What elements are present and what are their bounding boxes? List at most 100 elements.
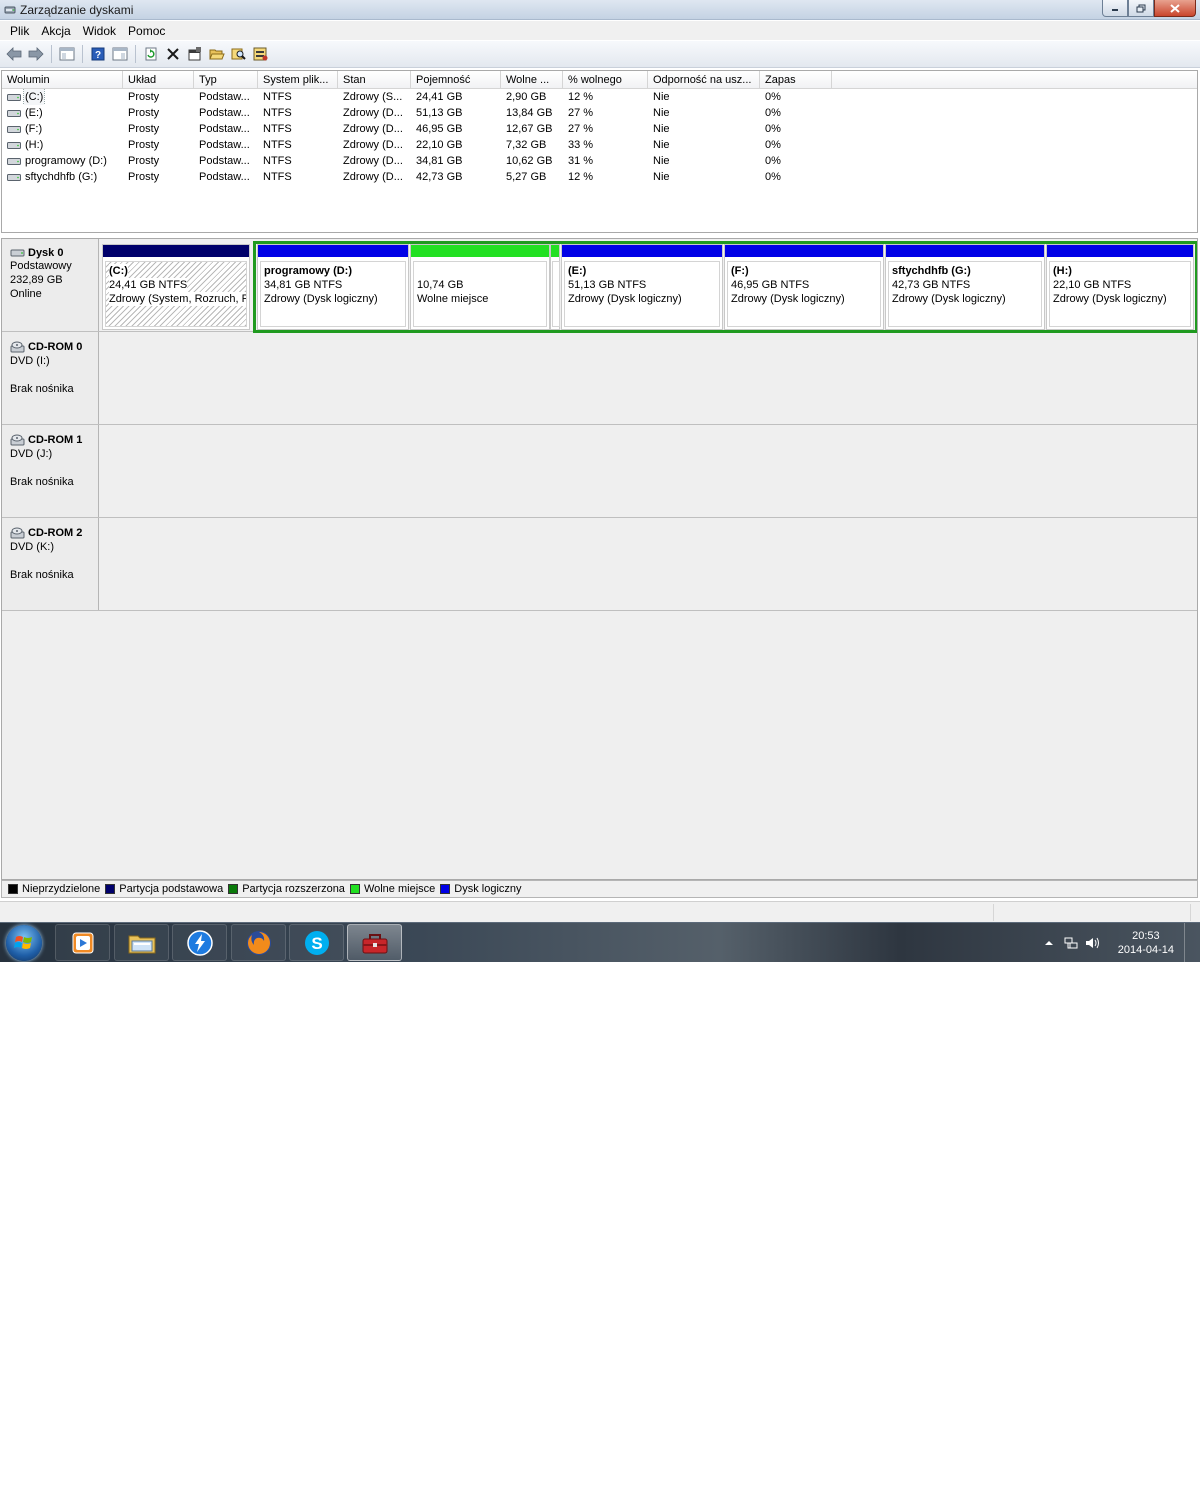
toolbox-icon xyxy=(362,933,387,953)
show-desktop-button[interactable] xyxy=(1184,923,1196,962)
volume-name: (F:) xyxy=(25,123,43,135)
close-button[interactable] xyxy=(1154,0,1196,17)
disk-label-cd-rom-2[interactable]: CD-ROM 2 DVD (K:) Brak nośnika xyxy=(2,518,99,610)
menu-plik[interactable]: Plik xyxy=(4,24,35,38)
disk-label-cd-rom-1[interactable]: CD-ROM 1 DVD (J:) Brak nośnika xyxy=(2,425,99,517)
volume-row[interactable]: (E:) Prosty Podstaw... NTFS Zdrowy (D... 51,1… xyxy=(2,105,1197,121)
refresh-button[interactable] xyxy=(140,44,161,65)
partition-free-space[interactable]: 10,74 GB Wolne miejsce xyxy=(410,244,550,330)
properties-button[interactable] xyxy=(184,44,205,65)
column-header-zapas[interactable]: Zapas xyxy=(760,71,832,89)
partition-free-space-small[interactable] xyxy=(550,244,560,330)
menu-akcja[interactable]: Akcja xyxy=(35,24,76,38)
column-header-odpornosc[interactable]: Odporność na usz... xyxy=(648,71,760,89)
partition-label: (F:) xyxy=(731,265,749,277)
cell-procent-wolnego: 27 % xyxy=(568,123,594,135)
cell-wolne: 5,27 GB xyxy=(506,171,547,183)
menu-widok[interactable]: Widok xyxy=(77,24,122,38)
cell-zapas: 0% xyxy=(765,107,781,119)
legend-label: Wolne miejsce xyxy=(363,883,436,895)
cell-wolne: 10,62 GB xyxy=(506,155,553,167)
legend-label: Partycja rozszerzona xyxy=(242,883,345,895)
cell-typ: Podstaw... xyxy=(199,91,250,103)
disk-graphical-view: Dysk 0 Podstawowy 232,89 GB Online (C:) … xyxy=(1,238,1198,880)
partition-label: sftychdhfb (G:) xyxy=(892,265,971,277)
partition-g[interactable]: sftychdhfb (G:) 42,73 GB NTFS Zdrowy (Dy… xyxy=(885,244,1045,330)
volume-name: programowy (D:) xyxy=(25,155,107,167)
settings-button[interactable] xyxy=(250,44,271,65)
column-header-stan[interactable]: Stan xyxy=(338,71,411,89)
delete-button[interactable] xyxy=(162,44,183,65)
open-button[interactable] xyxy=(206,44,227,65)
volume-row[interactable]: (C:) Prosty Podstaw... NTFS Zdrowy (S... 24,4… xyxy=(2,89,1197,105)
volume-drive-icon xyxy=(7,141,21,149)
partition-h[interactable]: (H:) 22,10 GB NTFS Zdrowy (Dysk logiczny… xyxy=(1046,244,1194,330)
show-hidden-icons-button[interactable] xyxy=(1041,935,1057,951)
restore-button[interactable] xyxy=(1128,0,1154,17)
back-button[interactable] xyxy=(3,44,24,65)
column-header-wolne[interactable]: Wolne ... xyxy=(501,71,563,89)
disk-name: CD-ROM 0 xyxy=(28,341,83,353)
disk-row-dysk-0[interactable]: Dysk 0 Podstawowy 232,89 GB Online (C:) … xyxy=(2,239,1197,333)
properties-view-button[interactable] xyxy=(109,44,130,65)
settings-icon xyxy=(253,47,267,61)
start-button[interactable] xyxy=(6,925,42,961)
partition-size: 24,41 GB NTFS xyxy=(109,278,188,292)
disk-label-cd-rom-0[interactable]: CD-ROM 0 DVD (I:) Brak nośnika xyxy=(2,332,99,424)
cell-procent-wolnego: 12 % xyxy=(568,171,594,183)
taskbar-clock[interactable]: 20:53 2014-04-14 xyxy=(1118,929,1174,957)
partition-d[interactable]: programowy (D:) 34,81 GB NTFS Zdrowy (Dy… xyxy=(257,244,409,330)
cell-pojemnosc: 34,81 GB xyxy=(416,155,463,167)
volume-row[interactable]: sftychdhfb (G:) Prosty Podstaw... NTFS Zdrow… xyxy=(2,169,1197,185)
cell-odpornosc: Nie xyxy=(653,107,670,119)
partition-c[interactable]: (C:) 24,41 GB NTFS Zdrowy (System, Rozru… xyxy=(102,244,250,330)
partition-f[interactable]: (F:) 46,95 GB NTFS Zdrowy (Dysk logiczny… xyxy=(724,244,884,330)
explore-button[interactable] xyxy=(228,44,249,65)
partition-status: Zdrowy (System, Rozruch, P xyxy=(109,292,247,306)
disk-row-cd-rom-2[interactable]: CD-ROM 2 DVD (K:) Brak nośnika xyxy=(2,518,1197,611)
drive-letter: DVD (K:) xyxy=(10,541,54,553)
column-header-typ[interactable]: Typ xyxy=(194,71,258,89)
taskbar-media-player[interactable] xyxy=(55,924,110,961)
column-header-wolumin[interactable]: Wolumin xyxy=(2,71,123,89)
taskbar-thunderbolt-app[interactable] xyxy=(172,924,227,961)
cell-pojemnosc: 51,13 GB xyxy=(416,107,463,119)
volume-row[interactable]: (F:) Prosty Podstaw... NTFS Zdrowy (D... 46,9… xyxy=(2,121,1197,137)
column-header-procent-wolnego[interactable]: % wolnego xyxy=(563,71,648,89)
volume-row[interactable]: (H:) Prosty Podstaw... NTFS Zdrowy (D... 22,1… xyxy=(2,137,1197,153)
partition-e[interactable]: (E:) 51,13 GB NTFS Zdrowy (Dysk logiczny… xyxy=(561,244,723,330)
disk-label-dysk-0[interactable]: Dysk 0 Podstawowy 232,89 GB Online xyxy=(2,239,99,331)
console-tree-icon xyxy=(59,47,74,61)
cell-stan: Zdrowy (D... xyxy=(343,155,403,167)
properties-icon xyxy=(188,47,201,61)
toolbar-separator xyxy=(51,45,52,63)
volume-row[interactable]: programowy (D:) Prosty Podstaw... NTFS Zdrow… xyxy=(2,153,1197,169)
taskbar-disk-management[interactable] xyxy=(347,924,402,961)
legend-swatch xyxy=(440,884,451,894)
taskbar-firefox[interactable] xyxy=(231,924,286,961)
volume-tray-button[interactable] xyxy=(1085,935,1101,951)
disk-name: Dysk 0 xyxy=(28,247,64,259)
disk-row-cd-rom-0[interactable]: CD-ROM 0 DVD (I:) Brak nośnika xyxy=(2,332,1197,425)
minimize-button[interactable] xyxy=(1102,0,1128,17)
console-tree-button[interactable] xyxy=(56,44,77,65)
cell-system-plikow: NTFS xyxy=(263,171,292,183)
forward-button[interactable] xyxy=(25,44,46,65)
menu-pomoc[interactable]: Pomoc xyxy=(122,24,171,38)
network-tray-button[interactable] xyxy=(1063,935,1079,951)
cd-rom-icon xyxy=(10,527,25,539)
taskbar: S 20:53 2014-04-14 xyxy=(0,922,1200,962)
legend-label: Partycja podstawowa xyxy=(119,883,224,895)
partition-status: Zdrowy (Dysk logiczny) xyxy=(731,293,845,305)
column-header-system-plikow[interactable]: System plik... xyxy=(258,71,338,89)
taskbar-skype[interactable]: S xyxy=(289,924,344,961)
help-button[interactable]: ? xyxy=(87,44,108,65)
disk-row-cd-rom-1[interactable]: CD-ROM 1 DVD (J:) Brak nośnika xyxy=(2,425,1197,518)
disk-title: CD-ROM 2 xyxy=(10,526,98,540)
column-header-pojemnosc[interactable]: Pojemność xyxy=(411,71,501,89)
volume-list-header: Wolumin Układ Typ System plik... Stan Po… xyxy=(2,71,1197,89)
windows-logo-icon xyxy=(14,936,32,949)
taskbar-file-explorer[interactable] xyxy=(114,924,169,961)
column-header-uklad[interactable]: Układ xyxy=(123,71,194,89)
partition-color-bar xyxy=(103,245,249,257)
